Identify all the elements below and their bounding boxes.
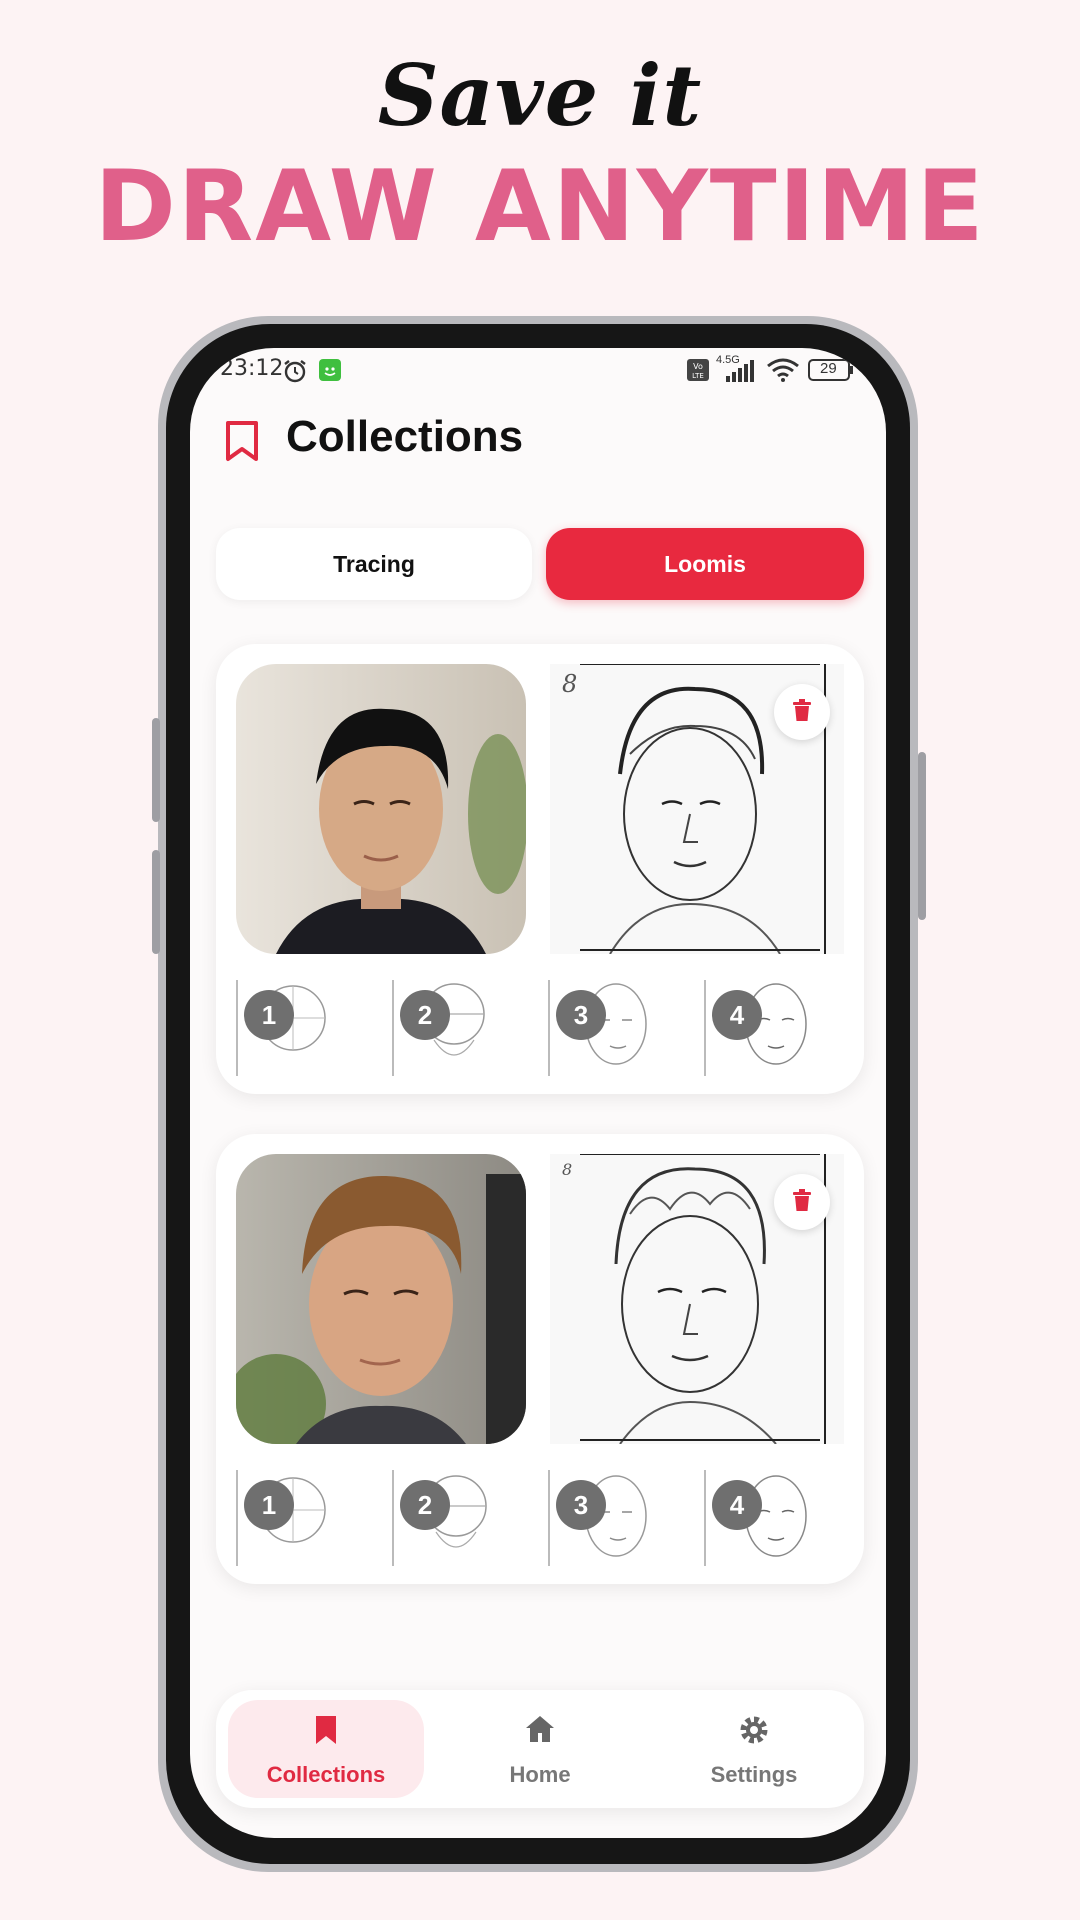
loomis-steps: 1 2 3 4 — [236, 980, 844, 1076]
reference-photo[interactable] — [236, 1154, 526, 1444]
phone-volume-down-button — [152, 850, 160, 954]
svg-text:LTE: LTE — [692, 372, 704, 380]
trash-icon — [792, 698, 812, 726]
step-thumbnail[interactable]: 1 — [236, 980, 378, 1076]
trash-icon — [792, 1188, 812, 1216]
sketch-number: 8 — [562, 1160, 573, 1179]
bottom-nav: Collections Home Settings — [216, 1690, 864, 1808]
tab-loomis[interactable]: Loomis — [546, 528, 864, 600]
step-number: 3 — [556, 1480, 606, 1530]
step-thumbnail[interactable]: 4 — [704, 980, 846, 1076]
step-number: 3 — [556, 990, 606, 1040]
step-thumbnail[interactable]: 4 — [704, 1470, 846, 1566]
step-number: 4 — [712, 1480, 762, 1530]
reference-photo[interactable] — [236, 664, 526, 954]
hero-title: DRAW ANYTIME — [94, 150, 986, 264]
hero-script-text: Save it — [377, 46, 703, 145]
app-notification-icon — [318, 358, 342, 388]
sketch-number: 8 — [562, 670, 578, 698]
phone-power-button — [918, 752, 926, 920]
collection-card[interactable]: 8 1 2 3 4 — [216, 1134, 864, 1584]
loomis-steps: 1 2 3 4 — [236, 1470, 844, 1566]
alarm-icon — [282, 358, 308, 390]
delete-button[interactable] — [774, 684, 830, 740]
step-thumbnail[interactable]: 3 — [548, 1470, 690, 1566]
volte-icon: Vo LTE — [686, 358, 710, 388]
battery-level: 29 — [820, 360, 837, 377]
step-thumbnail[interactable]: 2 — [392, 1470, 534, 1566]
bookmark-icon — [228, 1714, 424, 1751]
step-number: 1 — [244, 1480, 294, 1530]
home-icon — [442, 1714, 638, 1749]
step-thumbnail[interactable]: 1 — [236, 1470, 378, 1566]
step-number: 2 — [400, 1480, 450, 1530]
nav-item-collections[interactable]: Collections — [228, 1700, 424, 1798]
page-title: Collections — [286, 412, 524, 461]
nav-item-home[interactable]: Home — [442, 1700, 638, 1798]
status-time: 23:12 — [220, 356, 284, 381]
nav-label: Settings — [710, 1762, 798, 1787]
step-number: 1 — [244, 990, 294, 1040]
nav-item-settings[interactable]: Settings — [656, 1700, 852, 1798]
phone-volume-up-button — [152, 718, 160, 822]
signal-icon — [724, 360, 758, 388]
wifi-icon — [766, 358, 800, 388]
gear-icon — [656, 1714, 852, 1751]
step-number: 2 — [400, 990, 450, 1040]
step-thumbnail[interactable]: 2 — [392, 980, 534, 1076]
status-bar: 23:12 Vo LTE 4.5G 29 — [190, 348, 886, 392]
delete-button[interactable] — [774, 1174, 830, 1230]
sketch-image[interactable]: 8 — [550, 1154, 844, 1444]
step-number: 4 — [712, 990, 762, 1040]
nav-label: Collections — [266, 1762, 386, 1787]
bookmark-icon — [224, 420, 260, 467]
app-screen: 23:12 Vo LTE 4.5G 29 Collections Tracing … — [190, 348, 886, 1838]
step-thumbnail[interactable]: 3 — [548, 980, 690, 1076]
sketch-image[interactable]: 8 — [550, 664, 844, 954]
svg-text:Vo: Vo — [693, 362, 703, 371]
nav-label: Home — [509, 1762, 571, 1787]
collection-card[interactable]: 8 1 2 3 4 — [216, 644, 864, 1094]
tab-tracing[interactable]: Tracing — [216, 528, 532, 600]
